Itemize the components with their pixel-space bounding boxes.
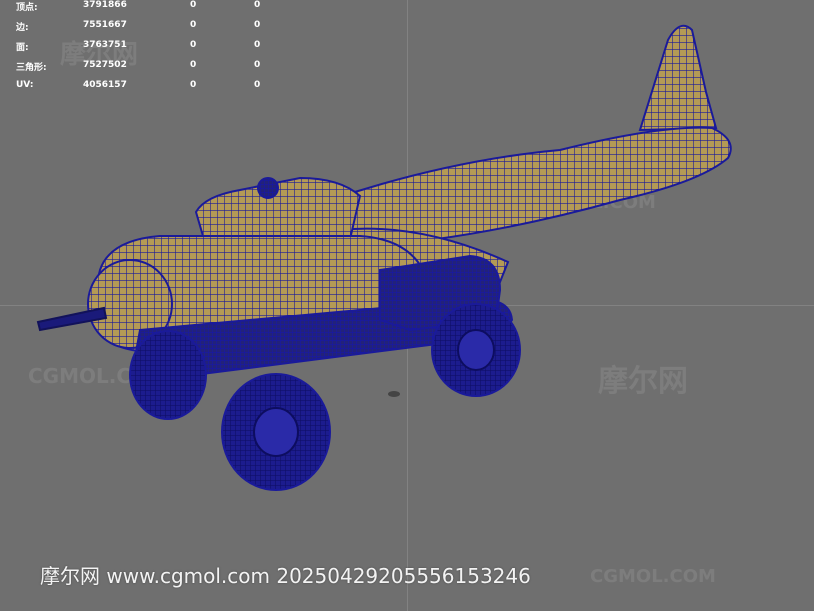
hud-total-value: 4056157: [83, 80, 127, 90]
hud-total-value: 3791866: [83, 0, 127, 10]
footer-watermark-text: 摩尔网 www.cgmol.com 20250429205556153246: [40, 564, 531, 588]
hud-label: UV:: [16, 80, 34, 90]
stats-hud: 顶点: 3791866 0 0 边: 7551667 0 0 面: 376375…: [16, 0, 276, 100]
rear-fuselage: [328, 126, 732, 246]
tail-fin: [638, 24, 718, 132]
hud-selected-value: 0: [254, 80, 261, 90]
hud-row-edges: 边: 7551667 0 0: [16, 20, 276, 40]
hud-selected-value: 0: [190, 60, 197, 70]
hud-label: 边:: [16, 23, 29, 33]
hud-row-faces: 面: 3763751 0 0: [16, 40, 276, 60]
hud-row-vertices: 顶点: 3791866 0 0: [16, 0, 276, 20]
hud-total-value: 3763751: [83, 40, 127, 50]
hud-selected-value: 0: [190, 0, 197, 10]
hud-total-value: 7551667: [83, 20, 127, 30]
hud-total-value: 7527502: [83, 60, 127, 70]
hud-label: 顶点:: [16, 3, 38, 13]
hud-row-uv: UV: 4056157 0 0: [16, 80, 276, 100]
hud-selected-value: 0: [190, 40, 197, 50]
hud-selected-value: 0: [254, 60, 261, 70]
hud-selected-value: 0: [254, 0, 261, 10]
front-wheel: [129, 330, 207, 420]
hud-label: 三角形:: [16, 63, 47, 73]
3d-viewport[interactable]: 摩尔网 CGMOL.COM 摩尔网 CGMOL.COM CGMOL.COM: [0, 0, 814, 611]
rear-wheel-hub: [457, 329, 495, 371]
hud-selected-value: 0: [254, 20, 261, 30]
hud-selected-value: 0: [190, 80, 197, 90]
hud-selected-value: 0: [254, 40, 261, 50]
hud-label: 面:: [16, 43, 29, 53]
hud-row-triangles: 三角形: 7527502 0 0: [16, 60, 276, 80]
top-turret: [257, 177, 279, 199]
middle-wheel-hub: [253, 407, 299, 457]
hud-selected-value: 0: [190, 20, 197, 30]
small-debris: [388, 391, 400, 397]
